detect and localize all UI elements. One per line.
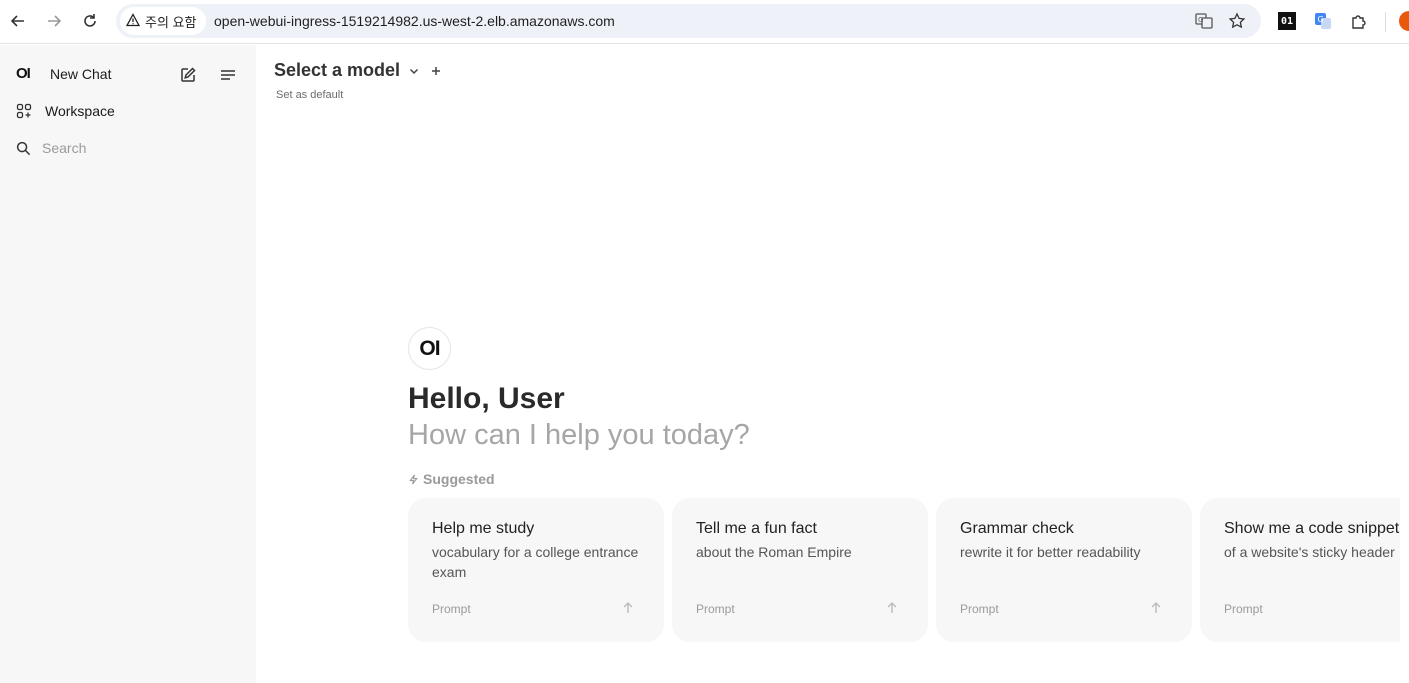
security-chip[interactable]: 주의 요함 <box>120 7 207 35</box>
bolt-icon <box>408 474 419 485</box>
greeting-title: Hello, User <box>408 382 565 415</box>
suggestion-card[interactable]: Tell me a fun fact about the Roman Empir… <box>672 498 928 642</box>
warning-icon <box>125 12 141 30</box>
suggestion-desc: about the Roman Empire <box>696 544 852 560</box>
translate-page-icon[interactable]: G <box>1193 10 1215 32</box>
model-selector-label: Select a model <box>274 60 401 80</box>
sidebar: OI New Chat Workspace Search <box>0 45 256 683</box>
suggestion-desc: rewrite it for better readability <box>960 544 1141 560</box>
suggestion-footer: Prompt <box>432 602 471 616</box>
edit-icon[interactable] <box>176 63 200 87</box>
suggestion-title: Tell me a fun fact <box>696 520 817 537</box>
suggestion-card[interactable]: Show me a code snippet of a website's st… <box>1200 498 1400 642</box>
01-extension-icon[interactable]: 01 <box>1275 9 1299 33</box>
search-placeholder: Search <box>42 140 87 156</box>
search-input[interactable]: Search <box>16 140 86 156</box>
suggestion-footer: Prompt <box>960 602 999 616</box>
back-icon[interactable] <box>6 9 30 33</box>
suggested-header: Suggested <box>408 471 495 487</box>
suggestion-card[interactable]: Help me study vocabulary for a college e… <box>408 498 664 642</box>
arrow-up-icon <box>884 600 900 616</box>
suggestion-footer: Prompt <box>696 602 735 616</box>
menu-icon[interactable] <box>216 63 240 87</box>
forward-icon[interactable] <box>42 9 66 33</box>
new-chat-label: New Chat <box>50 65 112 82</box>
app-logo: OI <box>16 65 31 82</box>
puzzle-icon[interactable] <box>1347 9 1371 33</box>
suggestion-footer: Prompt <box>1224 602 1263 616</box>
suggestion-title: Show me a code snippet <box>1224 520 1400 537</box>
google-translate-icon[interactable]: G <box>1311 9 1335 33</box>
address-bar[interactable]: 주의 요함 open-webui-ingress-1519214982.us-w… <box>116 4 1261 38</box>
add-model-icon[interactable] <box>430 65 442 77</box>
toolbar-divider <box>1385 12 1386 32</box>
svg-text:G: G <box>1198 16 1203 24</box>
svg-text:G: G <box>1318 15 1324 24</box>
url-text[interactable]: open-webui-ingress-1519214982.us-west-2.… <box>214 13 615 29</box>
sidebar-item-workspace[interactable]: Workspace <box>16 103 115 119</box>
chevron-down-icon <box>408 65 420 77</box>
suggestion-title: Grammar check <box>960 520 1074 537</box>
workspace-label: Workspace <box>45 103 115 119</box>
greeting-subtitle: How can I help you today? <box>408 419 750 451</box>
reload-icon[interactable] <box>78 9 102 33</box>
arrow-up-icon <box>1148 600 1164 616</box>
bookmark-star-icon[interactable] <box>1226 10 1248 32</box>
suggestion-card[interactable]: Grammar check rewrite it for better read… <box>936 498 1192 642</box>
set-default-link[interactable]: Set as default <box>276 89 343 101</box>
new-chat-button[interactable]: OI New Chat <box>16 65 111 82</box>
hero-logo: OI <box>408 327 451 370</box>
suggestion-desc: vocabulary for a college entrance exam <box>432 544 639 580</box>
security-chip-label: 주의 요함 <box>145 14 197 30</box>
search-icon <box>16 141 34 156</box>
suggestion-list: Help me study vocabulary for a college e… <box>408 498 1400 642</box>
suggestion-title: Help me study <box>432 520 535 537</box>
arrow-up-icon <box>620 600 636 616</box>
profile-icon[interactable] <box>1399 11 1409 31</box>
suggested-label: Suggested <box>423 471 495 487</box>
workspace-icon <box>16 103 34 119</box>
browser-toolbar: 주의 요함 open-webui-ingress-1519214982.us-w… <box>0 0 1409 44</box>
suggestion-desc: of a website's sticky header <box>1224 544 1395 560</box>
model-selector[interactable]: Select a model <box>274 60 442 81</box>
